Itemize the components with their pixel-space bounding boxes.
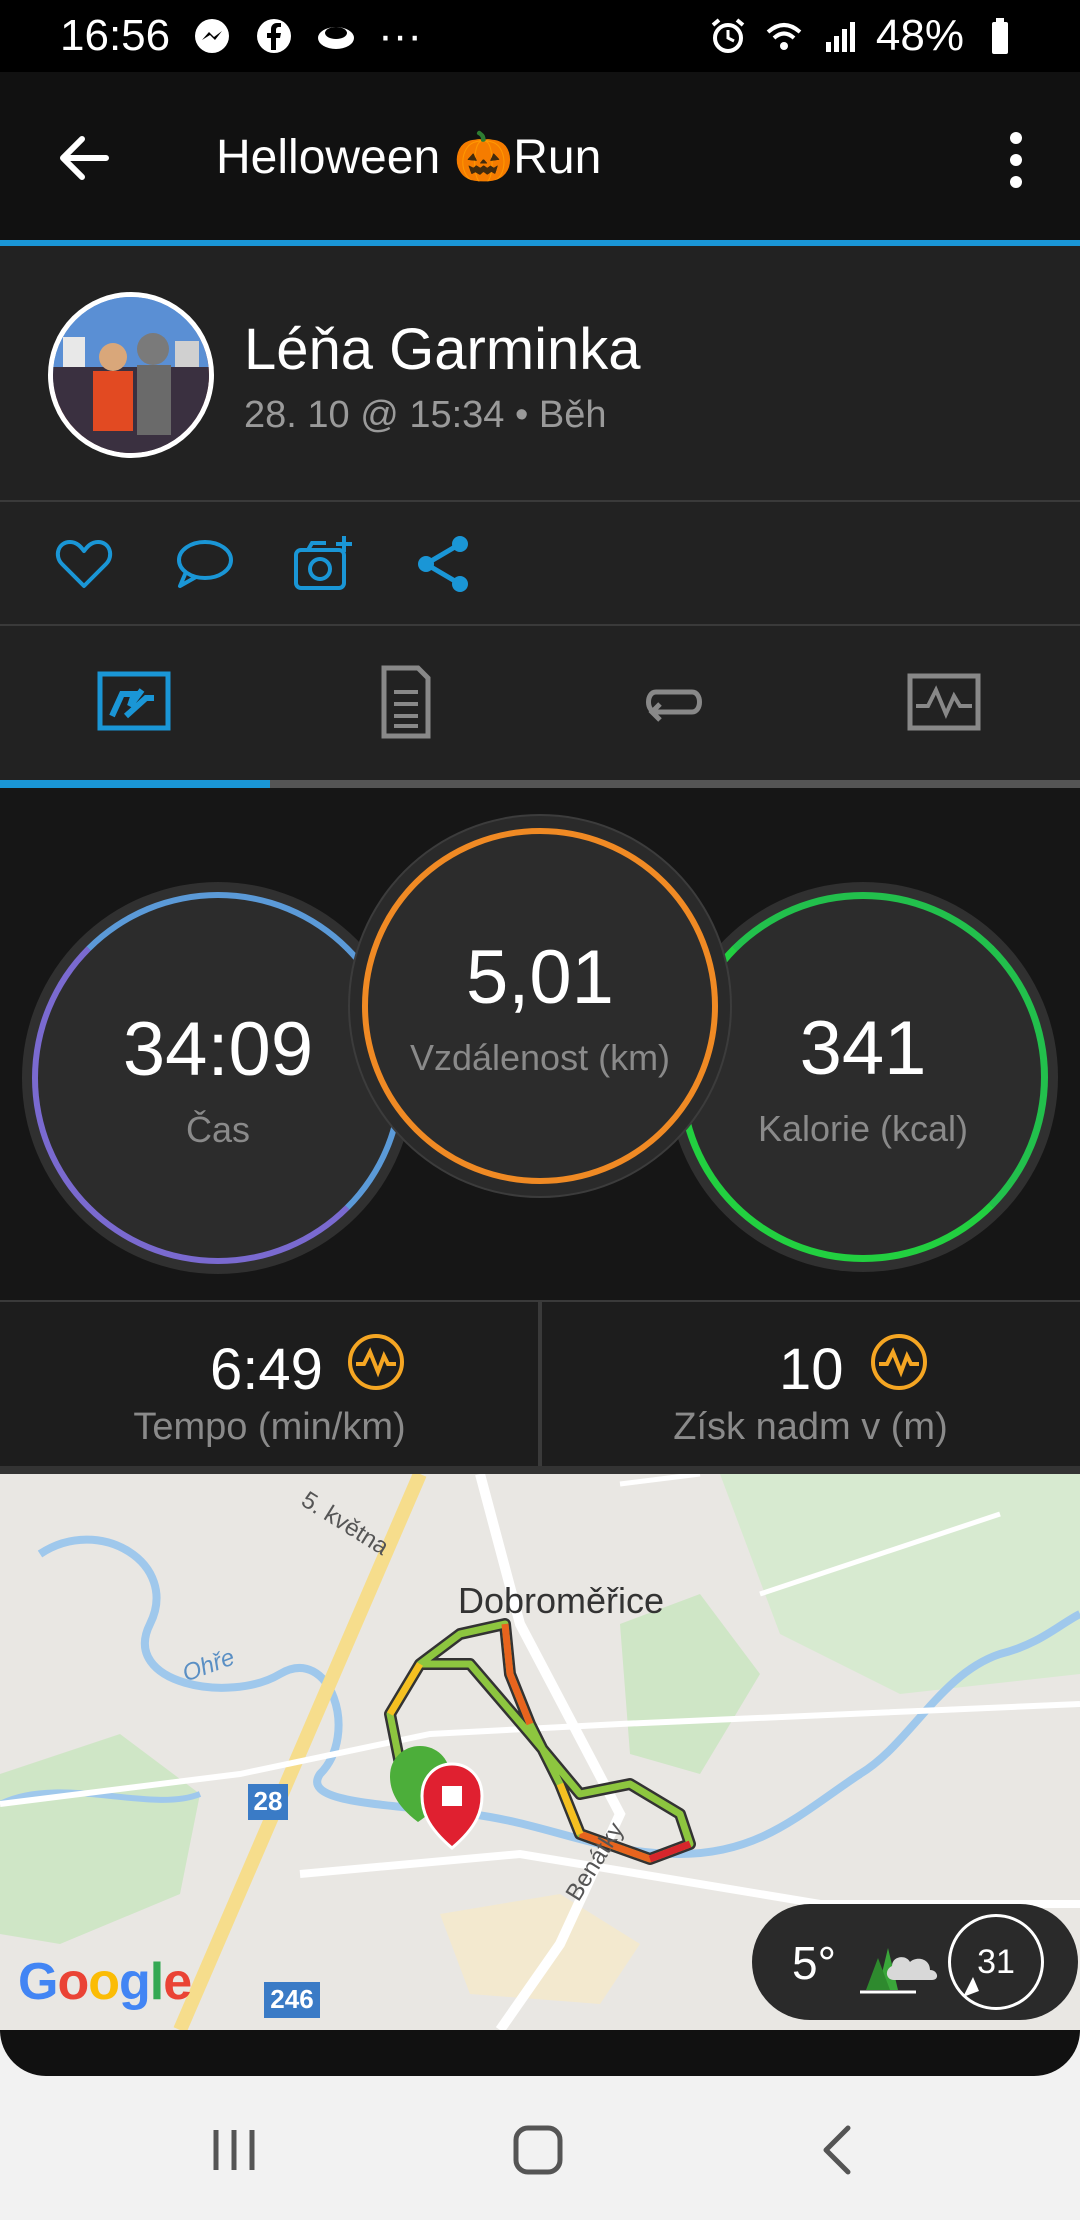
comment-icon[interactable] bbox=[172, 532, 236, 596]
distance-label: Vzdálenost (km) bbox=[409, 1036, 671, 1078]
elevation-label: Získ nadm v (m) bbox=[673, 1406, 948, 1448]
pace-label: Tempo (min/km) bbox=[133, 1406, 406, 1448]
google-logo: Google bbox=[18, 1953, 192, 2011]
app-notification-icon bbox=[318, 27, 355, 49]
action-bar bbox=[0, 502, 1080, 626]
pace-value: 6:49 bbox=[210, 1337, 323, 1402]
tab-bar bbox=[0, 626, 1080, 788]
distance-value: 5,01 bbox=[466, 934, 614, 1020]
weather-badge[interactable]: 5° 31 bbox=[752, 1904, 1078, 2020]
pace-chart-icon[interactable] bbox=[346, 1332, 406, 1392]
tab-details-icon[interactable] bbox=[366, 664, 442, 740]
map-label-place: Dobroměřice bbox=[458, 1580, 665, 1621]
activity-meta: 28. 10 @ 15:34 • Běh bbox=[244, 394, 607, 436]
alarm-icon bbox=[711, 18, 745, 53]
tab-overview-icon[interactable] bbox=[96, 664, 172, 740]
wind-indicator: 31 bbox=[948, 1914, 1044, 2010]
map-bottom-edge bbox=[0, 2030, 1080, 2076]
tab-indicator-active bbox=[0, 780, 270, 788]
add-photo-icon[interactable] bbox=[292, 532, 356, 596]
calories-value: 341 bbox=[799, 1005, 927, 1091]
profile-header: Léňa Garminka 28. 10 @ 15:34 • Běh bbox=[0, 246, 1080, 502]
time-ring: 34:09 Čas bbox=[32, 892, 404, 1264]
map-road-246: 246 bbox=[270, 1984, 314, 2014]
distance-ring: 5,01 Vzdálenost (km) bbox=[362, 828, 718, 1184]
finish-pin-square bbox=[442, 1786, 462, 1806]
avatar-photo bbox=[53, 297, 209, 453]
system-nav-bar bbox=[0, 2076, 1080, 2220]
calories-label: Kalorie (kcal) bbox=[757, 1107, 969, 1149]
battery-icon bbox=[992, 18, 1008, 54]
app-bar: Helloween 🎃Run bbox=[0, 72, 1080, 240]
signal-icon bbox=[825, 22, 855, 52]
cloud-trees-icon bbox=[860, 1948, 938, 1994]
tab-charts-icon[interactable] bbox=[906, 664, 982, 740]
tab-laps-icon[interactable] bbox=[636, 664, 712, 740]
calories-ring: 341 Kalorie (kcal) bbox=[678, 892, 1048, 1262]
facebook-icon bbox=[257, 19, 292, 53]
share-icon[interactable] bbox=[412, 532, 476, 596]
elevation-metric[interactable]: 10 Získ nadm v (m) bbox=[541, 1302, 1080, 1470]
battery-percent: 48% bbox=[875, 11, 964, 60]
elevation-chart-icon[interactable] bbox=[869, 1332, 929, 1392]
activity-title: Helloween 🎃Run bbox=[216, 131, 602, 184]
time-value: 34:09 bbox=[122, 1006, 314, 1092]
wind-arrow-icon bbox=[963, 1977, 979, 1997]
home-icon[interactable] bbox=[508, 2120, 568, 2180]
avatar[interactable] bbox=[48, 292, 214, 458]
wifi-icon bbox=[766, 23, 802, 50]
status-time: 16:56 bbox=[60, 11, 171, 60]
weather-temperature: 5° bbox=[792, 1937, 836, 1989]
user-name[interactable]: Léňa Garminka bbox=[244, 316, 641, 383]
pace-metric[interactable]: 6:49 Tempo (min/km) bbox=[0, 1302, 539, 1470]
metrics-bottom-border bbox=[0, 1466, 1080, 1474]
messenger-icon bbox=[195, 19, 230, 53]
recent-apps-icon[interactable] bbox=[204, 2120, 264, 2180]
more-options-icon[interactable] bbox=[996, 128, 1036, 192]
stats-panel: 34:09 Čas 341 Kalorie (kcal) 5,01 Vzdále… bbox=[0, 788, 1080, 1300]
time-label: Čas bbox=[185, 1108, 251, 1150]
status-bar: 16:56 ··· 48% bbox=[0, 0, 1080, 72]
more-notifications: ··· bbox=[378, 11, 423, 60]
map-road-28: 28 bbox=[253, 1786, 283, 1816]
back-arrow-icon[interactable] bbox=[52, 126, 116, 190]
elevation-value: 10 bbox=[779, 1337, 844, 1402]
like-heart-icon[interactable] bbox=[52, 532, 116, 596]
back-icon[interactable] bbox=[810, 2120, 870, 2180]
metrics-row: 6:49 Tempo (min/km) 10 Získ nadm v (m) bbox=[0, 1300, 1080, 1470]
